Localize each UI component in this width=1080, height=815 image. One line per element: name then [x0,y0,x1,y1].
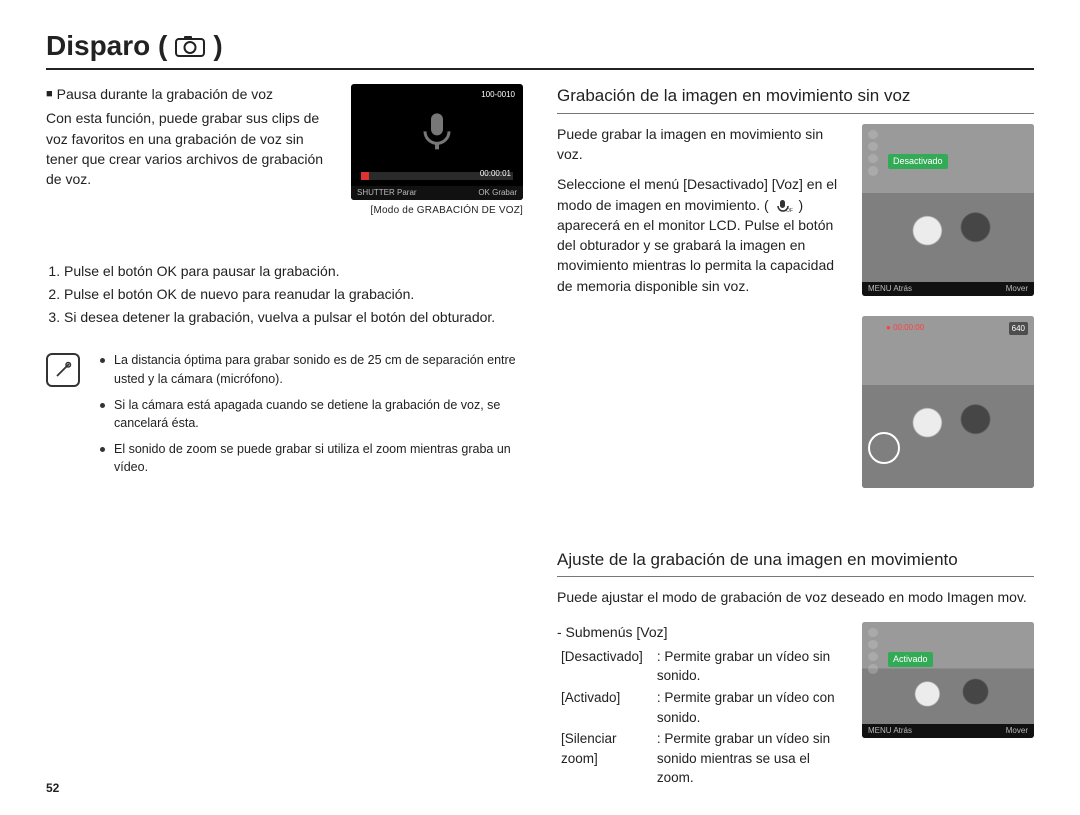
title-text: Disparo ( [46,30,167,62]
thumb2-bar-right: Mover [1006,725,1028,737]
submenu-table: [Desactivado]: Permite grabar un vídeo s… [557,646,848,789]
left-heading: ■Pausa durante la grabación de voz [46,84,337,104]
sec2-heading: Ajuste de la grabación de una imagen en … [557,548,1034,578]
sec1-thumb-preview: 640 ● 00:00:00 [862,316,1034,488]
submenu-label: - Submenús [Voz] [557,622,848,642]
mic-off-indicator [868,432,900,464]
page-number: 52 [46,781,59,795]
microphone-icon [414,107,460,158]
step-1: Pulse el botón OK para pausar la grabaci… [64,261,523,281]
menu-label: Desactivado [888,154,948,169]
note-icon [46,353,80,387]
step-3: Si desea detener la grabación, vuelva a … [64,307,523,327]
table-row: [Activado]: Permite grabar un vídeo con … [557,687,848,728]
table-row: [Desactivado]: Permite grabar un vídeo s… [557,646,848,687]
sec1-p1: Puede grabar la imagen en movimiento sin… [557,124,848,165]
voice-caption: [Modo de GRABACIÓN DE VOZ] [351,204,523,219]
tip-1: La distancia óptima para grabar sonido e… [104,351,523,387]
camera-icon [175,35,205,57]
mic-off-icon: OFF [773,199,795,213]
voice-bar-left: SHUTTER Parar [357,187,417,199]
sec1-p2: Seleccione el menú [Desactivado] [Voz] e… [557,174,848,296]
sec2-thumb: Activado MENU Atrás Mover [862,622,1034,738]
table-row: [Silenciar zoom]: Permite grabar un víde… [557,728,848,789]
right-column: Grabación de la imagen en movimiento sin… [557,84,1034,789]
thumb-bar-left: MENU Atrás [868,283,912,295]
tip-3: El sonido de zoom se puede grabar si uti… [104,440,523,476]
steps-list: Pulse el botón OK para pausar la grabaci… [46,261,523,328]
voice-index: 100-0010 [481,89,515,101]
left-intro: Con esta función, puede grabar sus clips… [46,108,337,189]
voice-time: 00:00:01 [480,168,511,180]
title-close: ) [213,30,222,62]
voice-recorder-thumb: 100-0010 00:00:01 SHUTTER Parar OK Graba… [351,84,523,200]
sec1-heading: Grabación de la imagen en movimiento sin… [557,84,1034,114]
sec1-thumb-menu: Desactivado MENU Atrás Mover [862,124,1034,296]
thumb-bar-right: Mover [1006,283,1028,295]
left-column: ■Pausa durante la grabación de voz Con e… [46,84,523,789]
page-title: Disparo ( ) [46,30,1034,70]
step-2: Pulse el botón OK de nuevo para reanudar… [64,284,523,304]
tip-2: Si la cámara está apagada cuando se deti… [104,396,523,432]
svg-text:OFF: OFF [786,208,793,213]
voice-bar-right: OK Grabar [478,187,517,199]
tips-box: La distancia óptima para grabar sonido e… [46,351,523,484]
thumb2-bar-left: MENU Atrás [868,725,912,737]
rec-time: ● 00:00:00 [886,322,924,334]
menu-label-2: Activado [888,652,933,667]
sec2-intro: Puede ajustar el modo de grabación de vo… [557,587,1034,607]
res-badge: 640 [1009,322,1028,336]
